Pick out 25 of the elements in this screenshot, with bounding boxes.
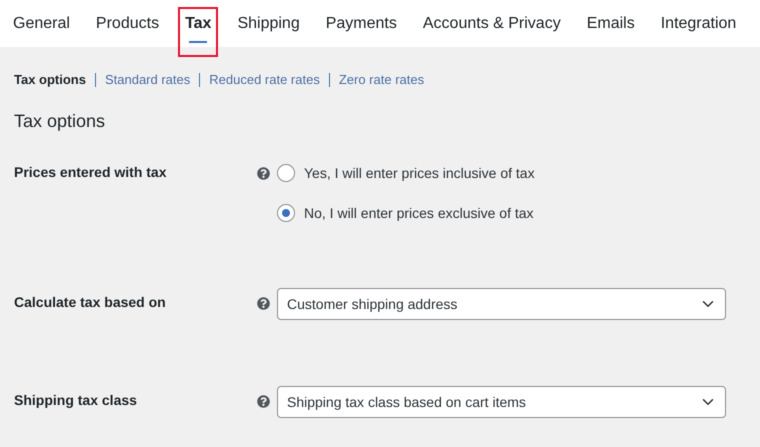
section-link[interactable]: Standard rates xyxy=(104,72,190,87)
field-label: Shipping tax class xyxy=(14,391,138,410)
help-icon[interactable] xyxy=(257,167,270,180)
field-label: Calculate tax based on xyxy=(14,293,167,312)
tab[interactable]: Accounts & Privacy xyxy=(416,0,568,47)
radio-button[interactable] xyxy=(277,204,295,222)
tab[interactable]: Integration xyxy=(654,0,744,47)
option-label: No, I will enter prices exclusive of tax xyxy=(304,205,534,221)
section-link[interactable]: Tax options xyxy=(14,72,86,87)
tab[interactable]: Payments xyxy=(318,0,404,47)
tab[interactable]: Shipping xyxy=(230,0,307,47)
dropdown[interactable]: Customer shipping address xyxy=(277,288,726,320)
option-label: Yes, I will enter prices inclusive of tax xyxy=(304,165,535,181)
help-icon[interactable] xyxy=(257,395,270,408)
section-heading: Tax options xyxy=(14,111,106,132)
tab[interactable]: Tax xyxy=(178,0,218,47)
section-link[interactable]: Reduced rate rates xyxy=(209,72,320,87)
dropdown[interactable]: Shipping tax class based on cart items xyxy=(277,386,726,418)
tab[interactable]: Products xyxy=(88,0,166,47)
tab[interactable]: Emails xyxy=(580,0,642,47)
section-link[interactable]: Zero rate rates xyxy=(338,72,424,87)
radio-button[interactable] xyxy=(277,164,295,182)
tab[interactable]: General xyxy=(6,0,77,47)
field-label: Prices entered with tax xyxy=(14,164,168,182)
help-icon[interactable] xyxy=(257,297,270,310)
